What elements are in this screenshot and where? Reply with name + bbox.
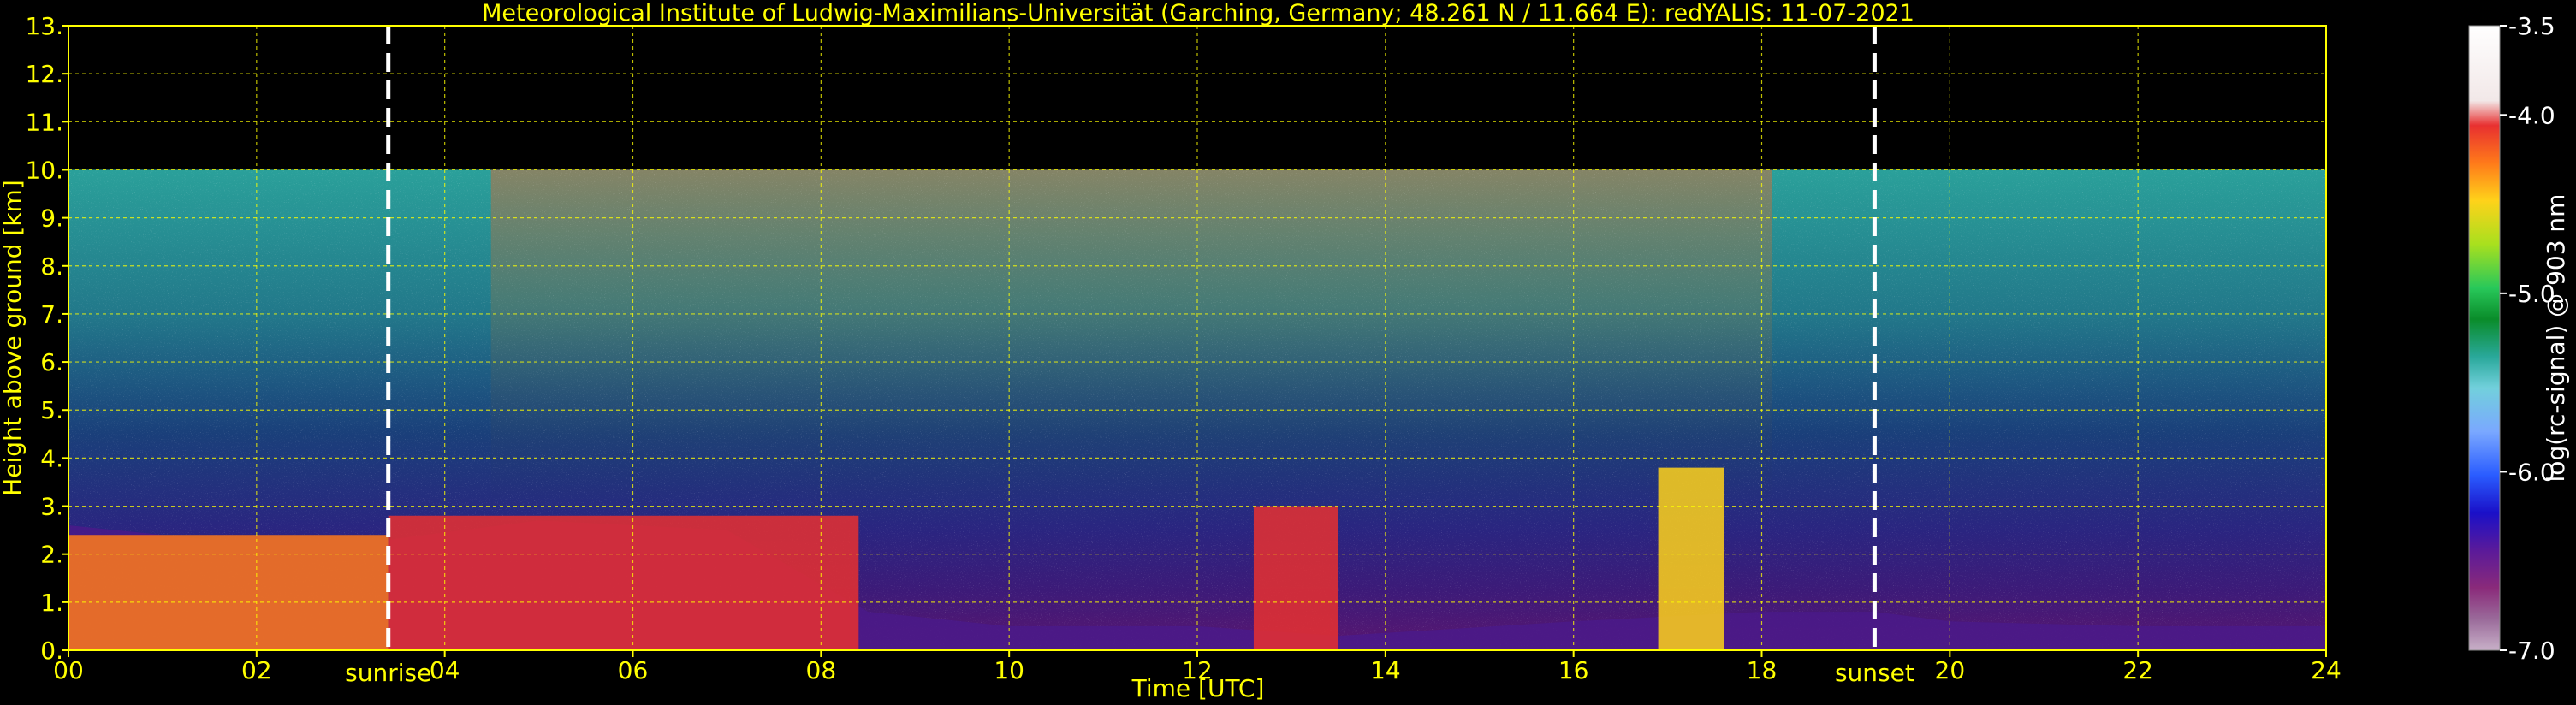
sun-marker-label: sunrise [345,659,431,687]
colorbar-tick-label: -7.0 [2508,637,2555,665]
colorbar-tick-label: -4.0 [2508,101,2555,129]
y-tick-label: 12. [25,60,63,88]
x-tick-label: 08 [806,656,837,684]
x-tick-label: 16 [1558,656,1589,684]
y-tick-label: 0. [40,637,63,665]
x-tick-label: 18 [1747,656,1778,684]
plot-area: sunrise sunset [68,25,2327,687]
x-tick-label: 06 [618,656,649,684]
y-tick-label: 1. [40,589,63,617]
y-tick-label: 13. [25,12,63,40]
y-tick-label: 10. [25,156,63,184]
x-tick-label: 10 [994,656,1024,684]
cloud-feature [1658,467,1724,650]
x-tick-label: 24 [2311,656,2342,684]
y-tick-label: 11. [25,108,63,136]
x-tick-label: 20 [1935,656,1966,684]
y-tick-label: 2. [40,541,63,569]
y-tick-label: 3. [40,493,63,521]
y-tick-label: 6. [40,348,63,376]
y-axis: 0. 1. 2. 3. 4. 5. 6. 7. 8. 9. 10. 11. 12. 13. [25,12,68,665]
x-tick-label: 14 [1370,656,1401,684]
sun-marker-label: sunset [1835,659,1914,687]
y-tick-label: 7. [40,300,63,329]
cloud-feature [388,515,859,650]
colorbar-label: log(rc-signal) @ 903 nm [2542,194,2570,483]
y-tick-label: 9. [40,204,63,233]
y-axis-label: Height above ground [km] [0,180,27,496]
cloud-feature [1253,506,1338,650]
colorbar: -3.5-4.0-5.0-6.0-7.0 log(rc-signal) @ 90… [2468,12,2570,665]
colorbar-tick-label: -3.5 [2508,12,2555,40]
x-tick-label: 02 [241,656,272,684]
lidar-figure: sunrise sunset 00 02 04 06 08 10 12 14 16 18 20 22 24… [0,0,2570,702]
y-tick-label: 4. [40,444,63,472]
x-tick-label: 22 [2122,656,2153,684]
x-tick-label: 04 [430,656,460,684]
x-axis-label: Time [UTC] [1131,674,1265,702]
cloud-feature [68,535,389,650]
y-tick-label: 8. [40,252,63,281]
chart-title: Meteorological Institute of Ludwig-Maxim… [482,0,1914,27]
y-tick-label: 5. [40,396,63,424]
colorbar-gradient [2468,25,2501,651]
